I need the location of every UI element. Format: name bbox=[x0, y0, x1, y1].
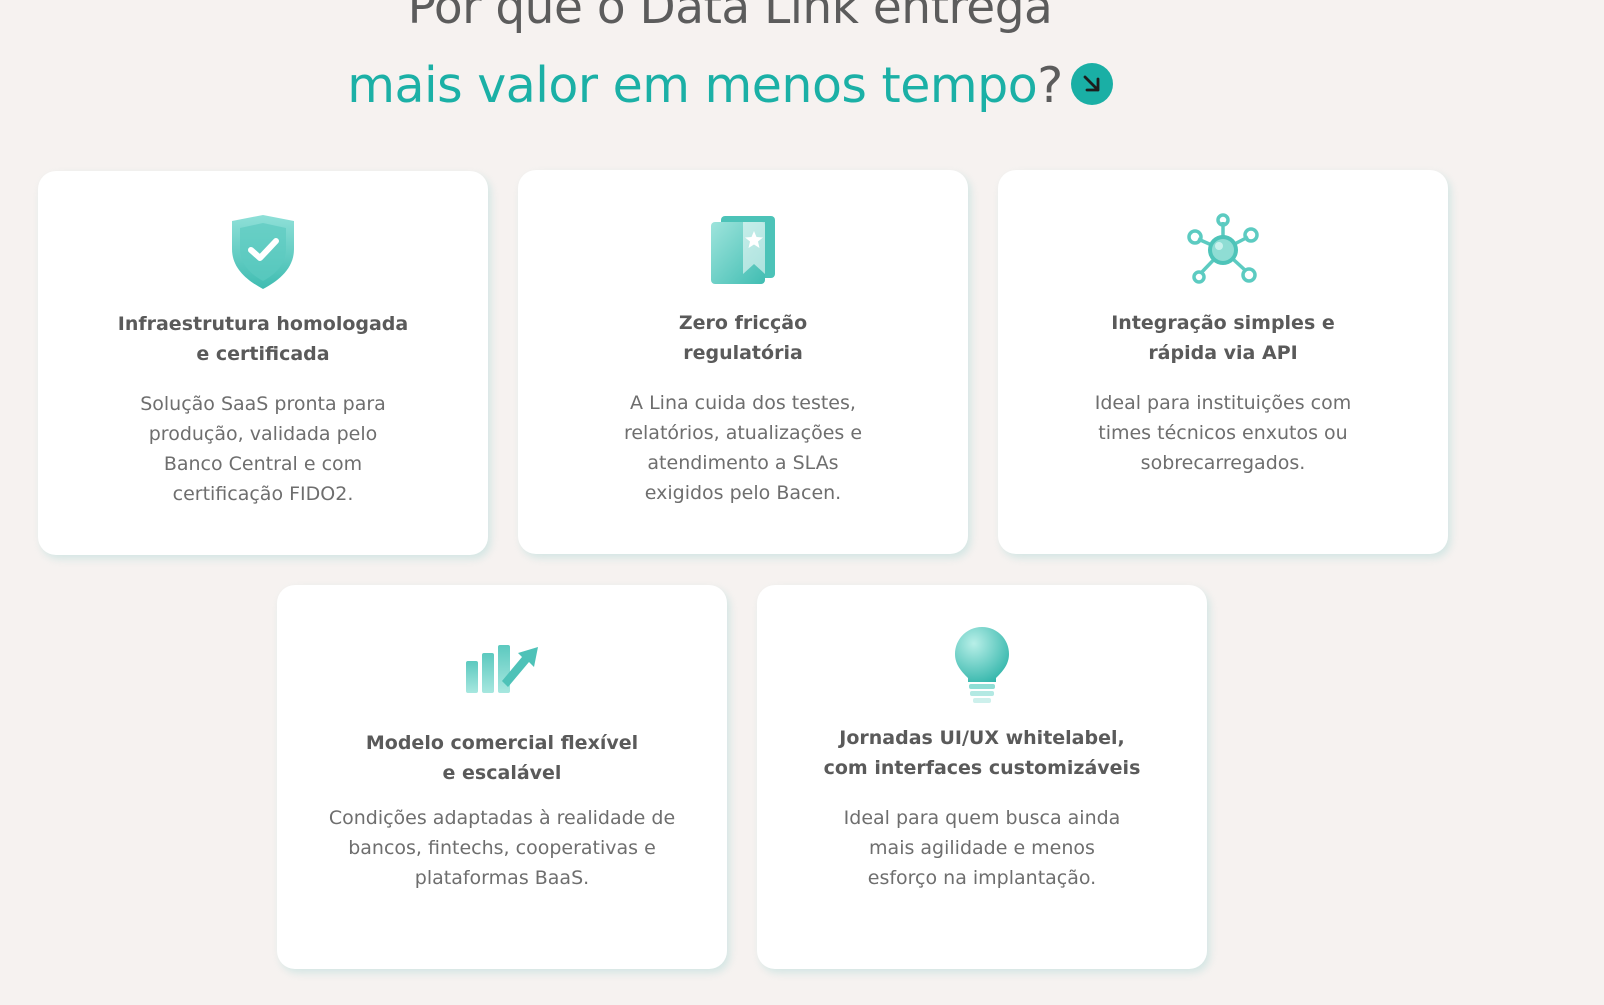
card-title: Infraestrutura homologada e certificada bbox=[117, 313, 409, 365]
network-hub-icon bbox=[998, 210, 1448, 290]
card-title: Zero fricção regulatória bbox=[678, 312, 808, 364]
card-title: Jornadas UI/UX whitelabel, com interface… bbox=[823, 727, 1141, 779]
card-description: A Lina cuida dos testes, relatórios, atu… bbox=[623, 392, 863, 504]
growth-chart-icon bbox=[277, 625, 727, 705]
feature-card-jornadas-uiux: Jornadas UI/UX whitelabel, com interface… bbox=[757, 585, 1207, 969]
card-title: Integração simples e rápida via API bbox=[1111, 312, 1335, 364]
heading-question-mark: ? bbox=[1037, 57, 1063, 114]
feature-card-integracao-api: Integração simples e rápida via API Idea… bbox=[998, 170, 1448, 554]
feature-card-zero-friccao: Zero fricção regulatória A Lina cuida do… bbox=[518, 170, 968, 554]
bookmark-star-icon bbox=[518, 210, 968, 290]
heading-highlight: mais valor em menos tempo bbox=[347, 57, 1038, 114]
lightbulb-icon bbox=[757, 625, 1207, 705]
card-title: Modelo comercial flexível e escalável bbox=[365, 732, 639, 784]
shield-check-icon bbox=[38, 211, 488, 291]
feature-card-modelo-comercial: Modelo comercial flexível e escalável Co… bbox=[277, 585, 727, 969]
card-description: Ideal para quem busca ainda mais agilida… bbox=[843, 807, 1121, 889]
section-heading-line-2: mais valor em menos tempo? bbox=[0, 55, 1460, 117]
feature-card-infraestrutura: Infraestrutura homologada e certificada … bbox=[38, 171, 488, 555]
arrow-down-right-button[interactable] bbox=[1070, 62, 1113, 105]
card-description: Condições adaptadas à realidade de banco… bbox=[328, 807, 676, 889]
card-description: Ideal para instituições com times técnic… bbox=[1094, 392, 1352, 474]
arrow-down-right-icon bbox=[1083, 75, 1100, 91]
section-heading-line-1: Por que o Data Link entrega bbox=[407, 0, 1053, 35]
card-description: Solução SaaS pronta para produção, valid… bbox=[140, 393, 386, 505]
